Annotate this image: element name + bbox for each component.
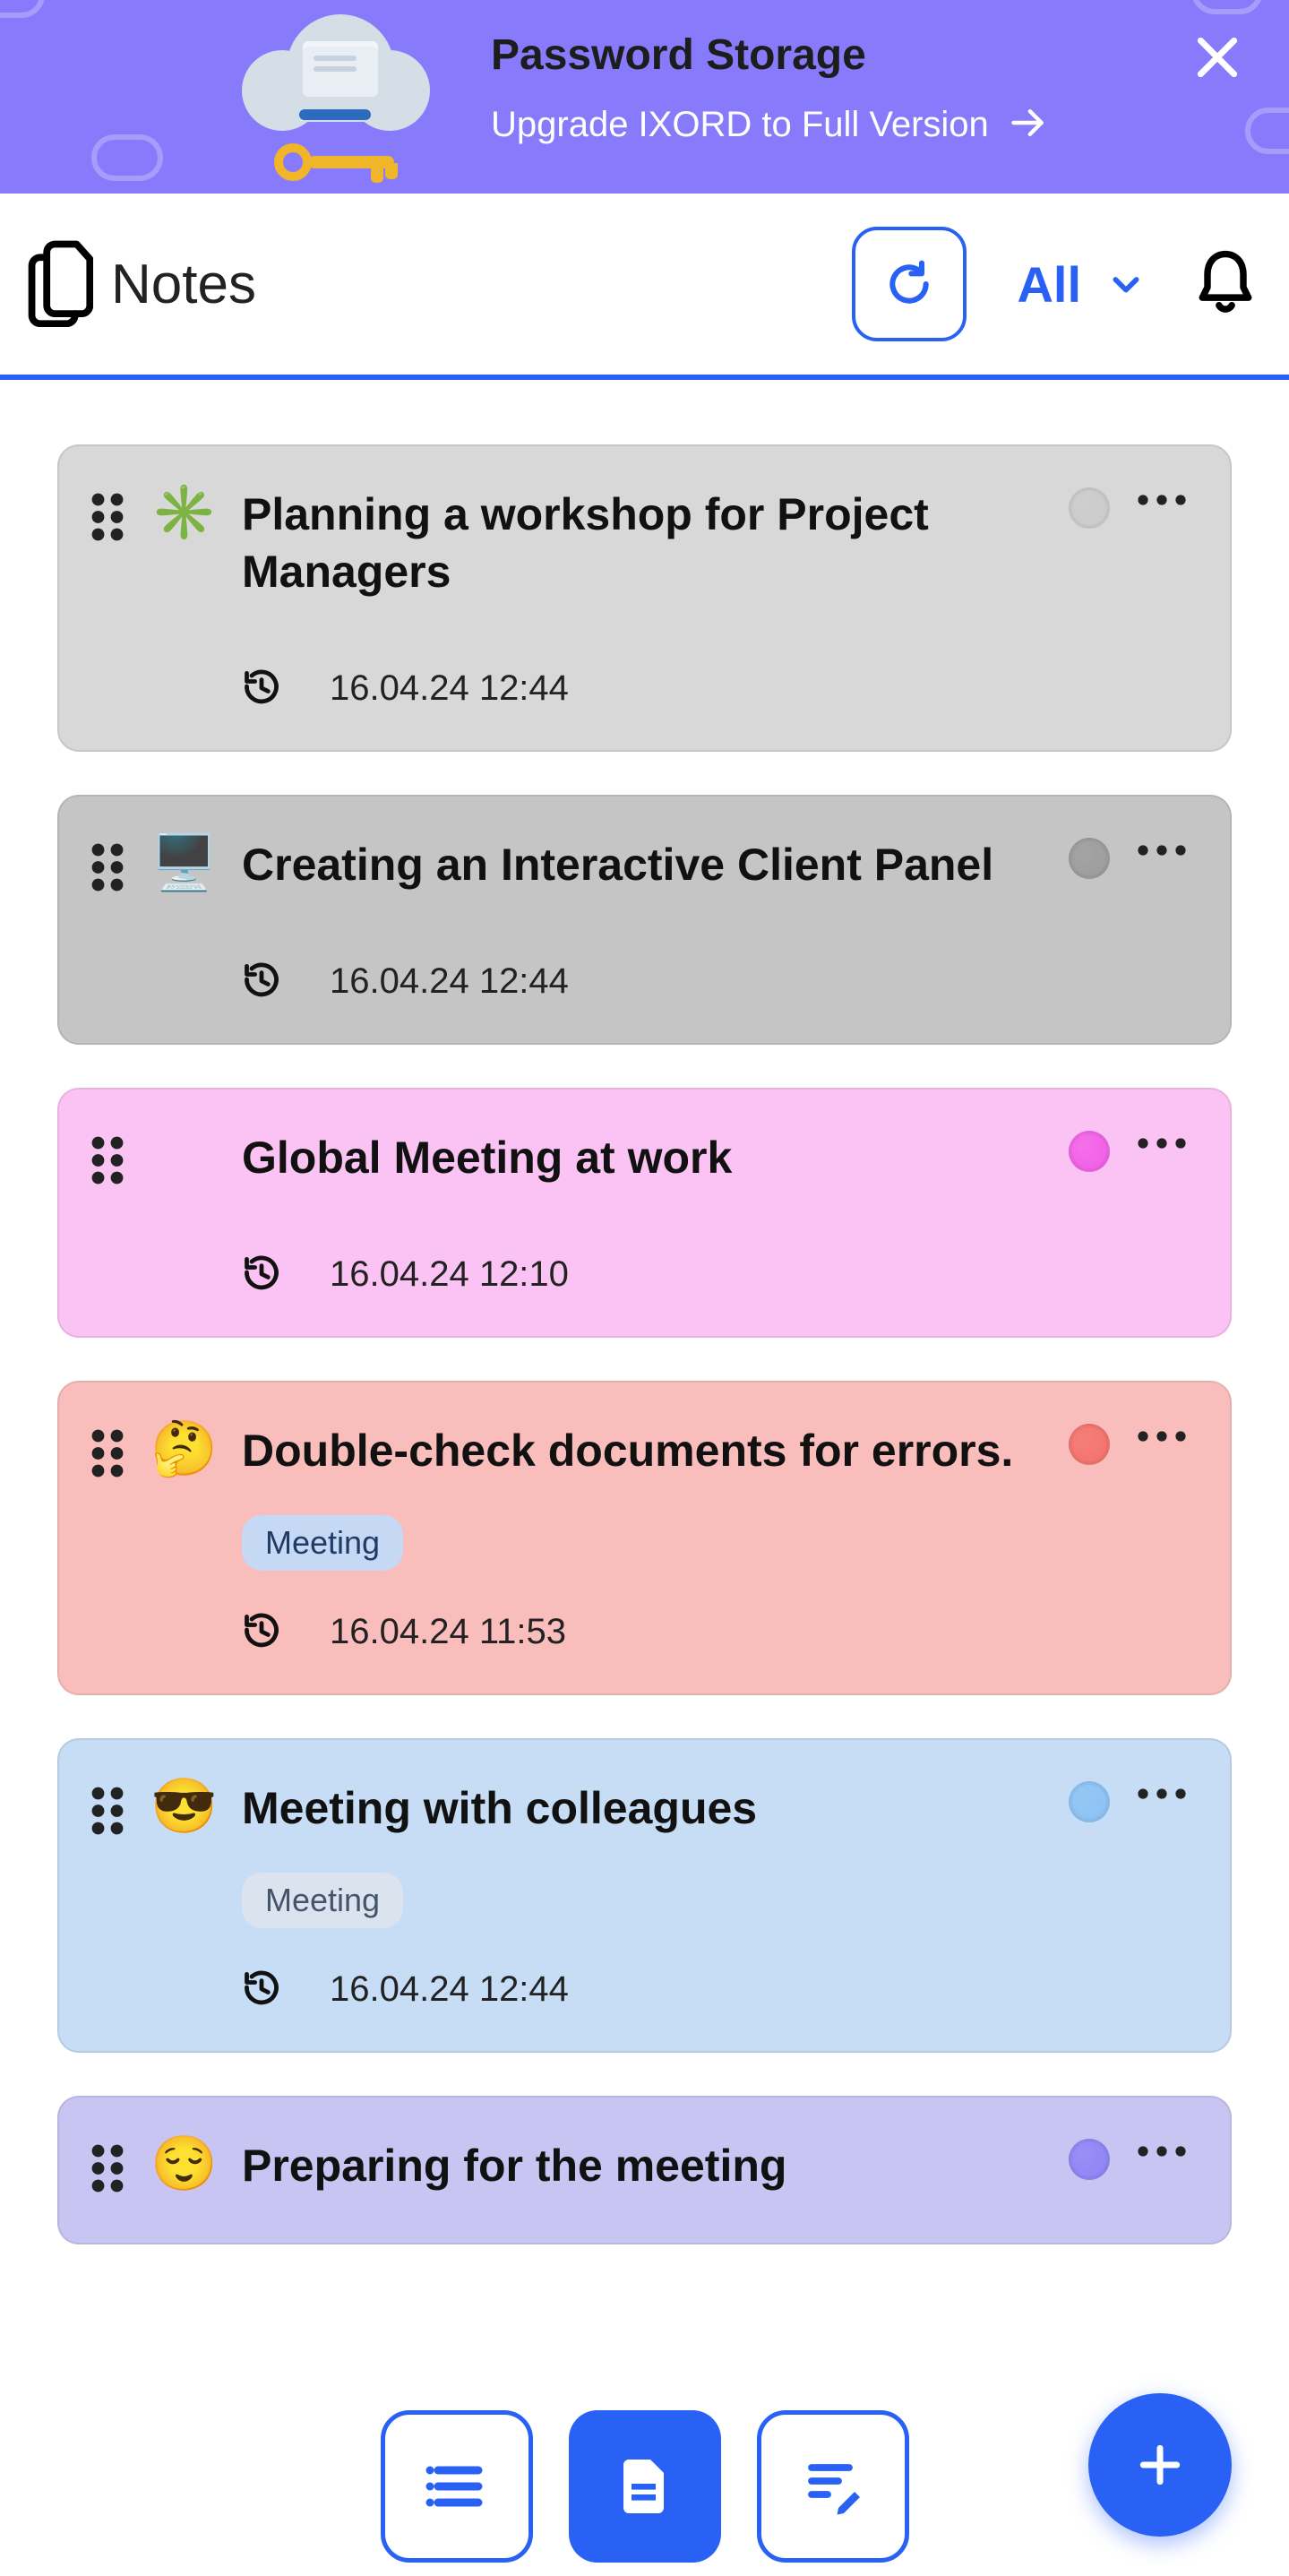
- note-date-row: 16.04.24 12:44: [242, 667, 1042, 711]
- note-card[interactable]: 😌 Preparing for the meeting: [57, 2096, 1232, 2244]
- key-illustration: [274, 138, 408, 186]
- note-more-button[interactable]: [1137, 1787, 1187, 1805]
- note-more-button[interactable]: [1137, 1429, 1187, 1448]
- note-date-row: 16.04.24 12:44: [242, 960, 1042, 1004]
- note-emoji: 😌: [150, 2137, 215, 2191]
- arrow-right-icon: [1009, 103, 1048, 147]
- note-date: 16.04.24 12:10: [330, 1254, 569, 1295]
- banner-subtitle: Upgrade IXORD to Full Version: [491, 105, 989, 145]
- history-icon: [242, 1610, 281, 1654]
- add-note-button[interactable]: [1088, 2393, 1232, 2537]
- note-date-row: 16.04.24 12:10: [242, 1253, 1042, 1297]
- note-body: Planning a workshop for Project Managers…: [242, 486, 1042, 711]
- banner-deco: [1191, 0, 1263, 14]
- refresh-button[interactable]: [852, 227, 967, 341]
- note-date-row: 16.04.24 11:53: [242, 1610, 1042, 1654]
- note-emoji: 🤔: [150, 1422, 215, 1476]
- drag-handle-icon[interactable]: [91, 2144, 124, 2197]
- nav-list-view-button[interactable]: [381, 2410, 533, 2563]
- cloud-password-illustration: [242, 5, 439, 140]
- close-banner-button[interactable]: [1192, 32, 1242, 87]
- header-bar: Notes All: [0, 194, 1289, 380]
- notifications-button[interactable]: [1194, 246, 1257, 323]
- history-icon: [242, 1968, 281, 2012]
- note-title: Meeting with colleagues: [242, 1779, 1042, 1837]
- history-icon: [242, 667, 281, 711]
- color-dot[interactable]: [1069, 1131, 1110, 1172]
- note-title: Creating an Interactive Client Panel: [242, 836, 1042, 893]
- filter-label: All: [1017, 255, 1081, 314]
- note-emoji: ✳️: [150, 486, 215, 539]
- banner-deco: [0, 0, 45, 18]
- color-dot[interactable]: [1069, 2139, 1110, 2180]
- note-card[interactable]: ✳️ Planning a workshop for Project Manage…: [57, 444, 1232, 752]
- note-body: Double-check documents for errors. Meetin…: [242, 1422, 1042, 1654]
- drag-handle-icon[interactable]: [91, 843, 124, 896]
- filter-dropdown[interactable]: All: [1017, 255, 1144, 314]
- note-more-button[interactable]: [1137, 2144, 1187, 2163]
- banner-title: Password Storage: [491, 30, 1048, 80]
- page-title: Notes: [111, 253, 256, 316]
- chevron-down-icon: [1108, 255, 1144, 314]
- nav-document-view-button[interactable]: [569, 2410, 721, 2563]
- note-date: 16.04.24 11:53: [330, 1612, 566, 1652]
- note-more-button[interactable]: [1137, 843, 1187, 862]
- note-title: Global Meeting at work: [242, 1129, 1042, 1186]
- note-card[interactable]: 🤔 Double-check documents for errors. Meeti…: [57, 1381, 1232, 1695]
- banner-deco: [91, 134, 163, 181]
- note-date: 16.04.24 12:44: [330, 1969, 569, 2010]
- note-date-row: 16.04.24 12:44: [242, 1968, 1042, 2012]
- note-title: Preparing for the meeting: [242, 2137, 1042, 2194]
- tag-chip[interactable]: Meeting: [242, 1515, 403, 1571]
- drag-handle-icon[interactable]: [91, 1787, 124, 1839]
- color-dot[interactable]: [1069, 1781, 1110, 1822]
- history-icon: [242, 1253, 281, 1297]
- drag-handle-icon[interactable]: [91, 1429, 124, 1482]
- notes-stack-icon: [27, 237, 93, 332]
- note-date: 16.04.24 12:44: [330, 961, 569, 1002]
- note-card[interactable]: Global Meeting at work 16.04.24 12:10: [57, 1088, 1232, 1338]
- notes-list: ✳️ Planning a workshop for Project Manage…: [0, 380, 1289, 2477]
- note-body: Creating an Interactive Client Panel 16.0…: [242, 836, 1042, 1004]
- note-card[interactable]: 😎 Meeting with colleagues Meeting 16.04.24 …: [57, 1738, 1232, 2053]
- note-emoji: 😎: [150, 1779, 215, 1833]
- note-more-button[interactable]: [1137, 493, 1187, 512]
- note-body: Meeting with colleagues Meeting 16.04.24 1…: [242, 1779, 1042, 2012]
- drag-handle-icon[interactable]: [91, 493, 124, 546]
- note-emoji: 🖥️: [150, 836, 215, 890]
- note-body: Preparing for the meeting: [242, 2137, 1042, 2203]
- tag-chip[interactable]: Meeting: [242, 1873, 403, 1928]
- color-dot[interactable]: [1069, 838, 1110, 879]
- banner-upgrade-link[interactable]: Upgrade IXORD to Full Version: [491, 103, 1048, 147]
- drag-handle-icon[interactable]: [91, 1136, 124, 1189]
- upgrade-banner: Password Storage Upgrade IXORD to Full V…: [0, 0, 1289, 194]
- note-body: Global Meeting at work 16.04.24 12:10: [242, 1129, 1042, 1297]
- note-date: 16.04.24 12:44: [330, 668, 569, 709]
- note-more-button[interactable]: [1137, 1136, 1187, 1155]
- note-card[interactable]: 🖥️ Creating an Interactive Client Panel 16…: [57, 795, 1232, 1045]
- note-title: Planning a workshop for Project Managers: [242, 486, 1042, 600]
- color-dot[interactable]: [1069, 1424, 1110, 1465]
- note-title: Double-check documents for errors.: [242, 1422, 1042, 1479]
- banner-deco: [1245, 108, 1289, 154]
- history-icon: [242, 960, 281, 1004]
- nav-edit-view-button[interactable]: [757, 2410, 909, 2563]
- color-dot[interactable]: [1069, 487, 1110, 529]
